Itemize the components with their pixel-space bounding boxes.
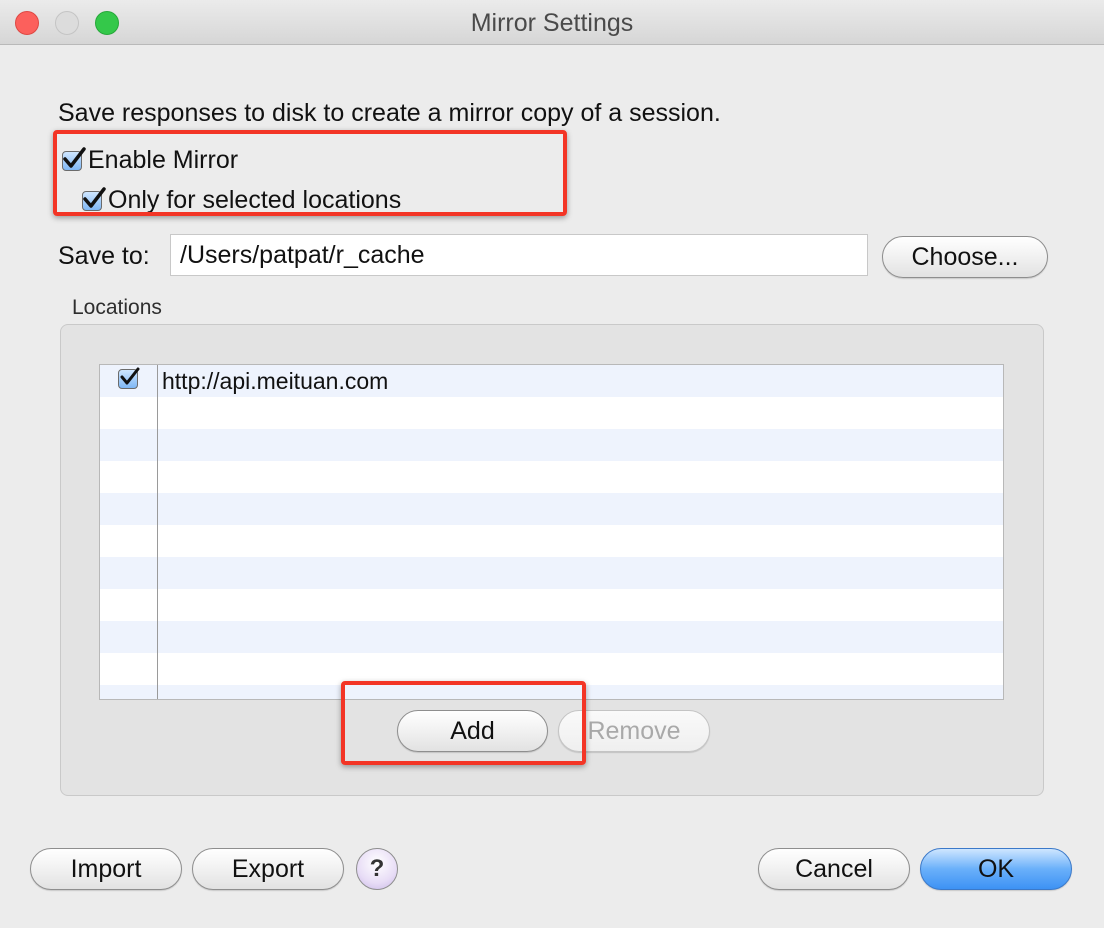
save-path-field[interactable] — [170, 234, 868, 276]
help-icon: ? — [369, 855, 385, 882]
mirror-options-highlight — [53, 130, 567, 216]
locations-list[interactable]: http://api.meituan.com — [99, 364, 1004, 700]
column-divider — [157, 365, 158, 699]
location-enabled-checkbox[interactable] — [118, 367, 140, 389]
list-item[interactable]: http://api.meituan.com — [100, 365, 1003, 397]
choose-button[interactable]: Choose... — [882, 236, 1048, 278]
window-title: Mirror Settings — [470, 9, 634, 37]
cancel-button[interactable]: Cancel — [758, 848, 910, 890]
locations-group-label: Locations — [72, 296, 162, 319]
checkmark-icon — [120, 367, 140, 385]
save-to-label: Save to: — [58, 242, 150, 270]
description-text: Save responses to disk to create a mirro… — [58, 99, 721, 127]
add-button-highlight — [341, 681, 586, 765]
ok-button[interactable]: OK — [920, 848, 1072, 890]
mirror-settings-window: Mirror Settings Save responses to disk t… — [0, 0, 1104, 928]
location-url: http://api.meituan.com — [162, 368, 389, 394]
help-button[interactable]: ? — [356, 848, 398, 890]
title-bar: Mirror Settings — [0, 0, 1104, 45]
export-button[interactable]: Export — [192, 848, 344, 890]
import-button[interactable]: Import — [30, 848, 182, 890]
